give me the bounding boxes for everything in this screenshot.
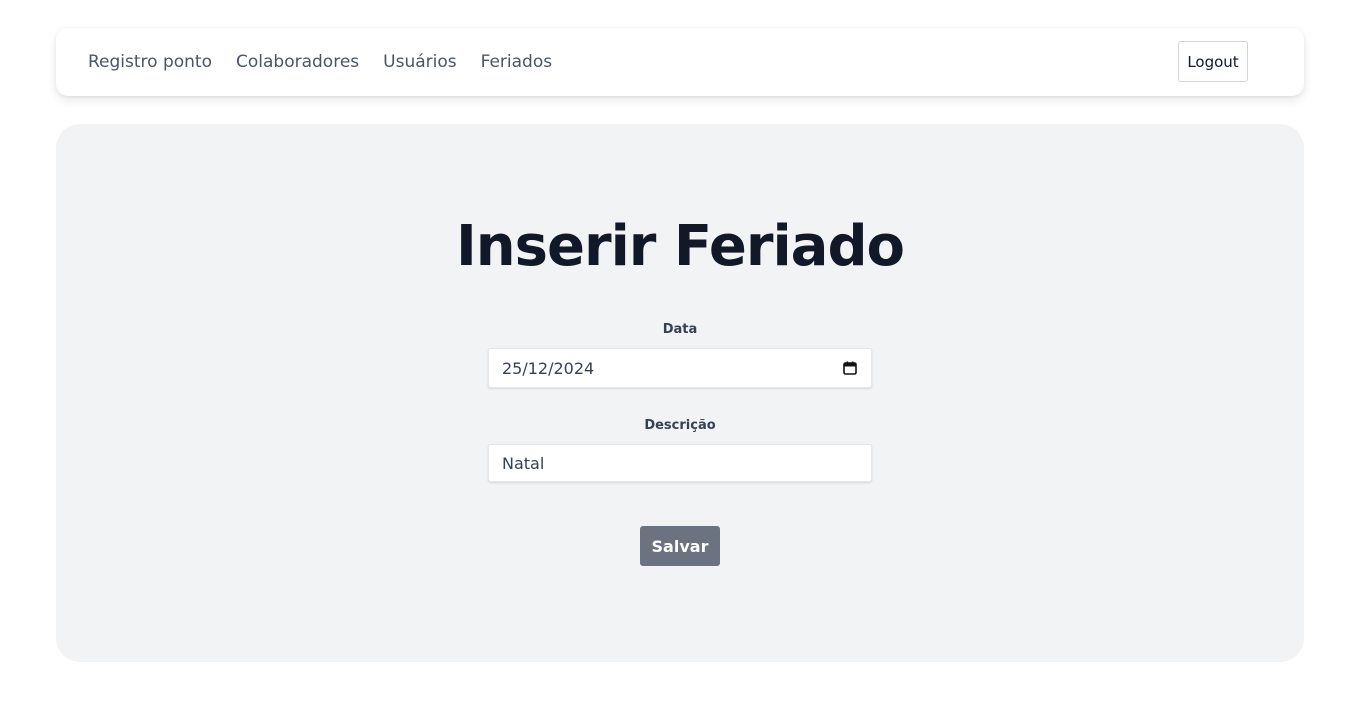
save-button[interactable]: Salvar: [640, 526, 720, 566]
description-value: Natal: [502, 453, 545, 473]
date-label: Data: [662, 322, 698, 337]
nav-link-usuarios[interactable]: Usuários: [383, 52, 456, 72]
description-label: Descrição: [644, 418, 716, 433]
date-input[interactable]: 25/12/2024: [488, 348, 872, 388]
logout-button[interactable]: Logout: [1178, 41, 1248, 82]
nav-link-colaboradores[interactable]: Colaboradores: [236, 52, 359, 72]
nav-link-registro-ponto[interactable]: Registro ponto: [88, 52, 212, 72]
top-navbar: Registro ponto Colaboradores Usuários Fe…: [56, 28, 1304, 96]
nav-link-feriados[interactable]: Feriados: [481, 52, 553, 72]
calendar-icon[interactable]: [843, 361, 857, 375]
description-input[interactable]: Natal: [488, 444, 872, 482]
page-title: Inserir Feriado: [455, 214, 905, 279]
date-value: 25/12/2024: [502, 358, 595, 378]
form-panel: Inserir Feriado Data 25/12/2024 Descriçã…: [56, 124, 1304, 662]
nav-links: Registro ponto Colaboradores Usuários Fe…: [88, 28, 576, 96]
